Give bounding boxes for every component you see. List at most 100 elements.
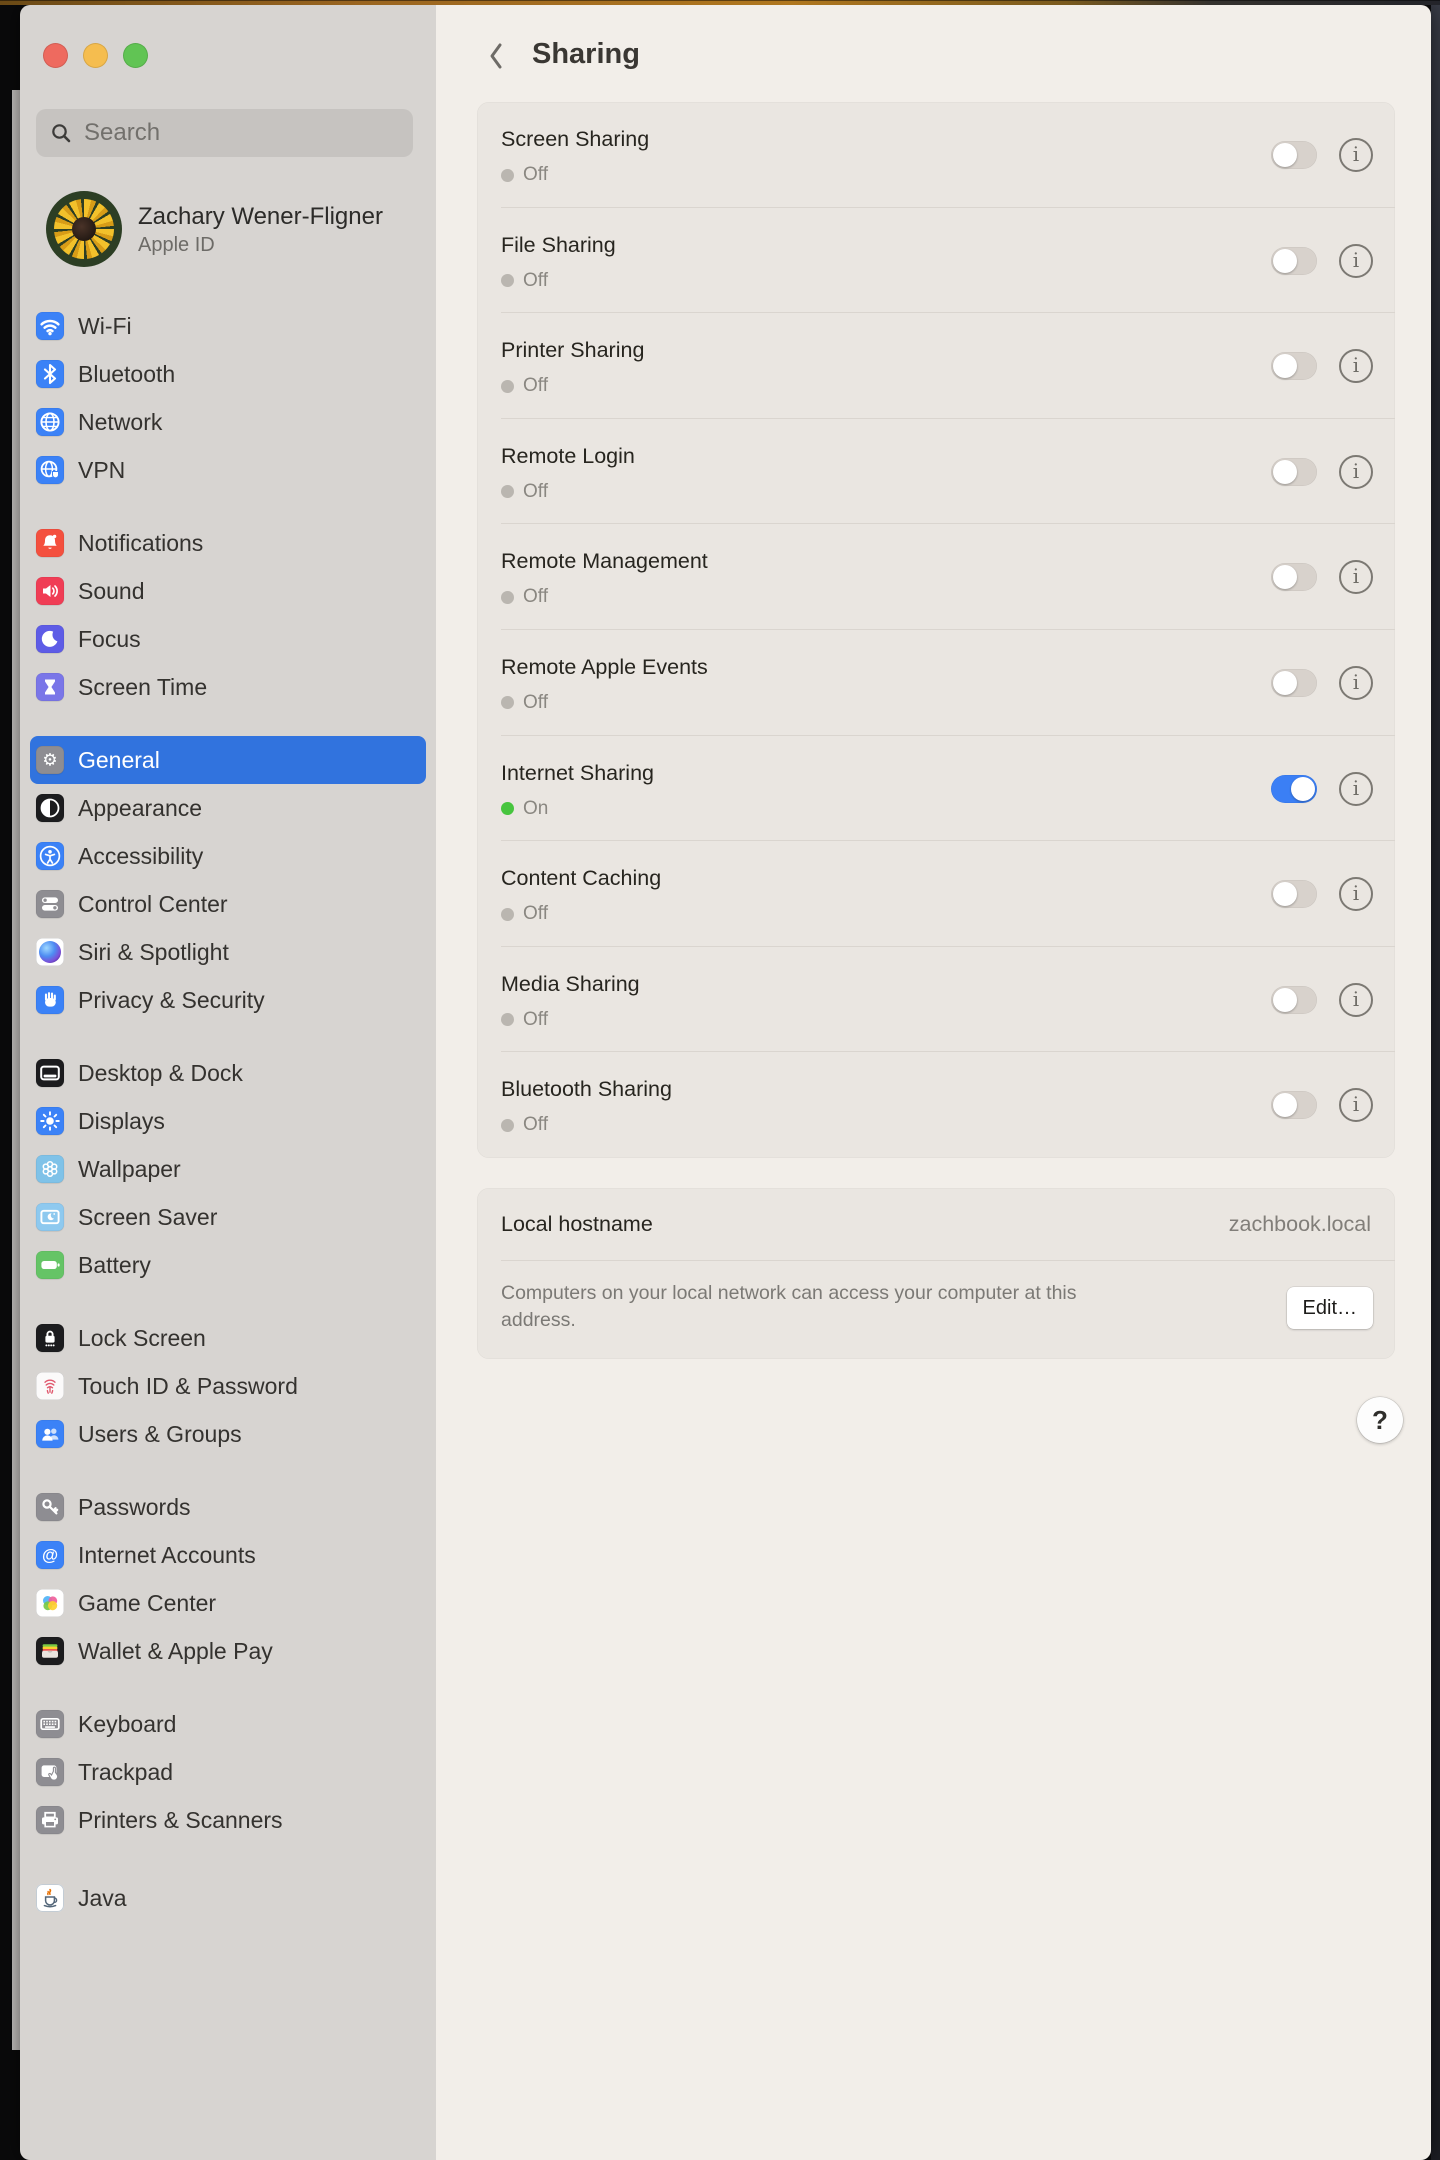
sidebar-item-keyboard[interactable]: Keyboard	[30, 1700, 426, 1748]
service-status: Off	[501, 692, 1395, 714]
apple-id-profile[interactable]: Zachary Wener-Fligner Apple ID	[46, 191, 416, 267]
sidebar-item-touchid[interactable]: Touch ID & Password	[30, 1362, 426, 1410]
service-toggle[interactable]	[1271, 563, 1317, 591]
service-status: Off	[501, 1114, 1395, 1136]
sidebar-item-wifi[interactable]: Wi-Fi	[30, 302, 426, 350]
divider	[501, 1260, 1395, 1261]
info-icon: i	[1353, 566, 1359, 586]
info-button[interactable]: i	[1339, 349, 1373, 383]
service-status: Off	[501, 481, 1395, 503]
sidebar-item-screentime[interactable]: Screen Time	[30, 663, 426, 711]
sidebar-nav: Wi-Fi Bluetooth Network VPN Notifications Sou…	[20, 302, 436, 1922]
sidebar-item-label: Bluetooth	[78, 361, 175, 388]
status-text: Off	[523, 1114, 548, 1136]
service-toggle[interactable]	[1271, 247, 1317, 275]
sidebar-item-java[interactable]: Java	[30, 1874, 426, 1922]
info-button[interactable]: i	[1339, 877, 1373, 911]
search-field[interactable]	[36, 109, 413, 157]
close-button[interactable]	[43, 43, 68, 68]
sidebar-item-label: Screen Time	[78, 674, 207, 701]
service-toggle[interactable]	[1271, 1091, 1317, 1119]
sound-icon	[36, 577, 64, 605]
sidebar-item-trackpad[interactable]: Trackpad	[30, 1748, 426, 1796]
info-button[interactable]: i	[1339, 983, 1373, 1017]
sidebar-item-desktopdock[interactable]: Desktop & Dock	[30, 1049, 426, 1097]
sidebar-item-displays[interactable]: Displays	[30, 1097, 426, 1145]
sharing-row-remote-apple-events: Remote Apple Events Off i	[477, 630, 1395, 736]
sidebar-item-lockscreen[interactable]: Lock Screen	[30, 1314, 426, 1362]
sidebar-item-gamecenter[interactable]: Game Center	[30, 1579, 426, 1627]
sidebar-item-passwords[interactable]: Passwords	[30, 1483, 426, 1531]
sidebar-item-controlcenter[interactable]: Control Center	[30, 880, 426, 928]
help-button[interactable]: ?	[1357, 1397, 1403, 1443]
local-hostname-value: zachbook.local	[1229, 1212, 1371, 1237]
service-toggle[interactable]	[1271, 141, 1317, 169]
sidebar-item-general[interactable]: ⚙General	[30, 736, 426, 784]
sidebar-item-users[interactable]: Users & Groups	[30, 1410, 426, 1458]
info-button[interactable]: i	[1339, 772, 1373, 806]
sidebar-item-label: Notifications	[78, 530, 203, 557]
service-name: Media Sharing	[501, 972, 1395, 997]
local-hostname-label: Local hostname	[501, 1212, 653, 1237]
info-button[interactable]: i	[1339, 666, 1373, 700]
chevron-left-icon	[487, 41, 505, 71]
status-text: Off	[523, 692, 548, 714]
status-text: Off	[523, 1009, 548, 1031]
zoom-button[interactable]	[123, 43, 148, 68]
sidebar-item-appearance[interactable]: Appearance	[30, 784, 426, 832]
status-dot	[501, 380, 514, 393]
internetaccounts-icon: @	[36, 1541, 64, 1569]
service-toggle[interactable]	[1271, 669, 1317, 697]
sidebar-item-wallpaper[interactable]: Wallpaper	[30, 1145, 426, 1193]
info-button[interactable]: i	[1339, 455, 1373, 489]
sidebar-item-internetaccounts[interactable]: @Internet Accounts	[30, 1531, 426, 1579]
info-button[interactable]: i	[1339, 138, 1373, 172]
service-status: Off	[501, 270, 1395, 292]
sidebar-item-screensaver[interactable]: Screen Saver	[30, 1193, 426, 1241]
service-name: File Sharing	[501, 233, 1395, 258]
sidebar-item-vpn[interactable]: VPN	[30, 446, 426, 494]
sidebar-item-label: Lock Screen	[78, 1325, 206, 1352]
sidebar-item-label: General	[78, 747, 160, 774]
passwords-icon	[36, 1493, 64, 1521]
battery-icon	[36, 1251, 64, 1279]
sidebar-group: Wi-Fi Bluetooth Network VPN	[20, 302, 436, 494]
sidebar-item-sound[interactable]: Sound	[30, 567, 426, 615]
sidebar-item-focus[interactable]: Focus	[30, 615, 426, 663]
sidebar-item-printers[interactable]: Printers & Scanners	[30, 1796, 426, 1844]
status-dot	[501, 908, 514, 921]
status-dot	[501, 1013, 514, 1026]
service-toggle[interactable]	[1271, 352, 1317, 380]
sidebar-item-siri[interactable]: Siri & Spotlight	[30, 928, 426, 976]
local-hostname-row: Local hostname zachbook.local	[477, 1188, 1395, 1261]
minimize-button[interactable]	[83, 43, 108, 68]
sharing-row-bluetooth-sharing: Bluetooth Sharing Off i	[477, 1052, 1395, 1158]
service-toggle[interactable]	[1271, 880, 1317, 908]
service-status: Off	[501, 903, 1395, 925]
info-button[interactable]: i	[1339, 244, 1373, 278]
sidebar-item-bluetooth[interactable]: Bluetooth	[30, 350, 426, 398]
edit-hostname-button[interactable]: Edit…	[1287, 1287, 1373, 1329]
bluetooth-icon	[36, 360, 64, 388]
sharing-services-card: Screen Sharing Off iFile Sharing Off iPr…	[477, 102, 1395, 1158]
sidebar-item-label: Accessibility	[78, 843, 203, 870]
sidebar-item-network[interactable]: Network	[30, 398, 426, 446]
toggle-knob	[1273, 671, 1297, 695]
sidebar-item-privacy[interactable]: Privacy & Security	[30, 976, 426, 1024]
service-toggle[interactable]	[1271, 458, 1317, 486]
local-hostname-card: Local hostname zachbook.local Computers …	[477, 1188, 1395, 1359]
background-window-right	[1431, 0, 1440, 2160]
back-button[interactable]	[481, 39, 511, 73]
search-input[interactable]	[82, 118, 386, 148]
sidebar-item-wallet[interactable]: Wallet & Apple Pay	[30, 1627, 426, 1675]
service-name: Content Caching	[501, 866, 1395, 891]
sidebar-item-notifications[interactable]: Notifications	[30, 519, 426, 567]
sidebar-item-battery[interactable]: Battery	[30, 1241, 426, 1289]
service-toggle[interactable]	[1271, 986, 1317, 1014]
sidebar-item-label: Focus	[78, 626, 141, 653]
users-icon	[36, 1420, 64, 1448]
service-toggle[interactable]	[1271, 775, 1317, 803]
sidebar-item-label: Network	[78, 409, 162, 436]
sidebar-item-label: Keyboard	[78, 1711, 176, 1738]
sidebar-item-accessibility[interactable]: Accessibility	[30, 832, 426, 880]
